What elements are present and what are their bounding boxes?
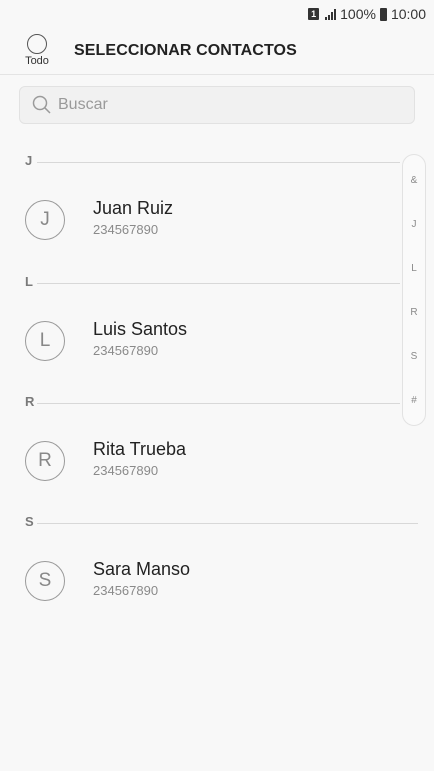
status-bar: 1 100% 10:00 <box>0 0 434 28</box>
section-header: R <box>0 394 434 414</box>
section-header: J <box>0 153 434 173</box>
app-header: Todo SELECCIONAR CONTACTOS <box>0 30 434 75</box>
section-letter: S <box>25 514 34 529</box>
select-all-checkbox[interactable]: Todo <box>20 34 54 67</box>
contact-number: 234567890 <box>93 222 159 237</box>
section-letter: L <box>25 274 33 289</box>
index-letter[interactable]: J <box>403 219 425 230</box>
section-header: L <box>0 274 434 294</box>
sim-icon: 1 <box>308 8 320 20</box>
section-divider <box>37 283 400 284</box>
select-all-label: Todo <box>25 55 49 67</box>
section-divider <box>37 523 418 524</box>
contact-number: 234567890 <box>93 463 159 478</box>
contact-row[interactable]: J Juan Ruiz 234567890 <box>0 190 400 250</box>
index-letter[interactable]: L <box>403 263 425 274</box>
alphabet-index-bar[interactable]: & J L R S # <box>402 154 426 426</box>
battery-icon <box>379 7 387 21</box>
search-bar[interactable] <box>19 86 415 124</box>
contact-avatar: S <box>25 561 65 601</box>
section-header: S <box>0 514 434 534</box>
section-divider <box>37 162 400 163</box>
index-letter[interactable]: S <box>403 351 425 362</box>
clock: 10:00 <box>390 6 426 22</box>
search-icon <box>32 95 51 114</box>
index-letter[interactable]: R <box>403 307 425 318</box>
contact-avatar: J <box>25 200 65 240</box>
page-title: SELECCIONAR CONTACTOS <box>74 42 297 59</box>
contact-number: 234567890 <box>93 343 159 358</box>
section-letter: J <box>25 153 33 168</box>
search-input[interactable] <box>56 95 390 115</box>
contact-name: Luis Santos <box>93 319 188 339</box>
section-letter: R <box>25 394 35 409</box>
contact-avatar: L <box>25 321 65 361</box>
contact-row[interactable]: L Luis Santos 234567890 <box>0 311 400 371</box>
contact-row[interactable]: R Rita Trueba 234567890 <box>0 431 400 491</box>
battery-percent: 100% <box>340 6 376 22</box>
contact-name: Rita Trueba <box>93 439 187 459</box>
contact-name: Juan Ruiz <box>93 198 174 218</box>
signal-icon <box>325 8 337 20</box>
index-letter[interactable]: & <box>403 175 425 186</box>
contact-avatar: R <box>25 441 65 481</box>
section-divider <box>37 403 400 404</box>
contact-name: Sara Manso <box>93 559 191 579</box>
contact-row[interactable]: S Sara Manso 234567890 <box>0 551 400 611</box>
index-letter[interactable]: # <box>403 395 425 406</box>
contact-number: 234567890 <box>93 583 159 598</box>
checkbox-circle-icon <box>27 34 47 54</box>
